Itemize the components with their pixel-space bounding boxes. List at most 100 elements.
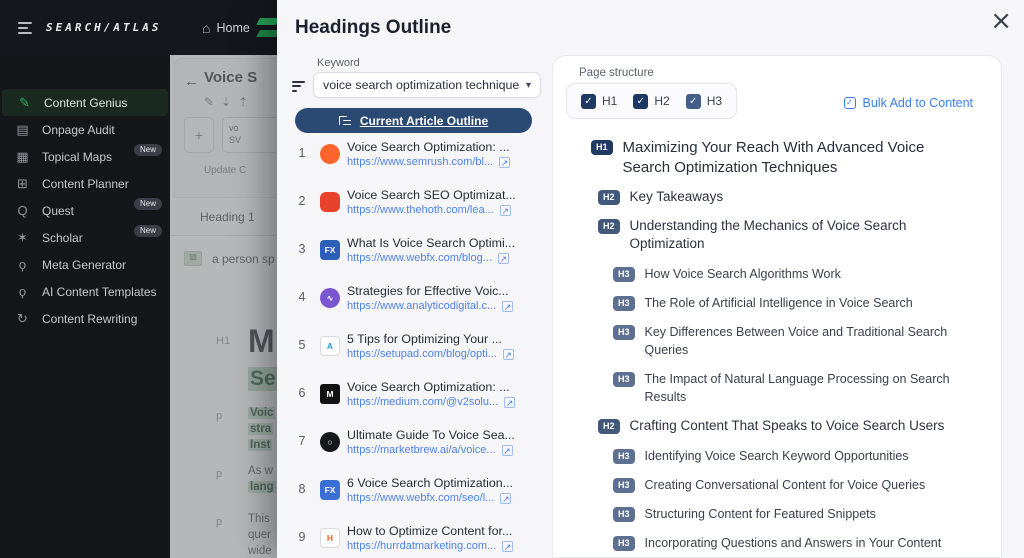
h3-badge: H3 (613, 478, 635, 493)
checkbox-checked-icon[interactable]: ✓ (633, 94, 648, 109)
competitor-results-list: 1Voice Search Optimization: ...https://w… (295, 140, 545, 558)
external-link-icon[interactable]: ↗ (500, 205, 511, 216)
result-title: Strategies for Effective Voic... (347, 284, 545, 298)
outline-heading-text: Maximizing Your Reach With Advanced Voic… (623, 138, 968, 177)
search-result-row[interactable]: 9HHow to Optimize Content for...https://… (295, 524, 545, 555)
keyword-select[interactable]: voice search optimization techniques ▾ (313, 72, 541, 98)
sidebar-item-onpage-audit[interactable]: ▤Onpage Audit (0, 116, 170, 143)
checkbox-checked-icon[interactable]: ✓ (581, 94, 596, 109)
outline-tree-icon (339, 116, 351, 126)
result-url[interactable]: https://www.analyticodigital.c... (347, 300, 496, 312)
bulk-add-checkbox-icon: ✓ (844, 97, 856, 109)
result-rank: 8 (295, 482, 309, 496)
thehoth-favicon (320, 192, 340, 212)
outline-heading-row[interactable]: H3 Incorporating Questions and Answers in… (613, 534, 983, 556)
content-planner-icon: ⊞ (14, 176, 31, 192)
level-checkbox-h3[interactable]: ✓ H3 (686, 94, 722, 109)
outline-heading-row[interactable]: H1Maximizing Your Reach With Advanced Vo… (591, 138, 983, 177)
sidebar: ✎Content Genius▤Onpage Audit▦Topical Map… (0, 55, 170, 558)
close-icon[interactable]: × (990, 8, 1012, 34)
new-badge: New (134, 198, 162, 210)
chevron-down-icon: ▾ (526, 80, 531, 91)
sidebar-item-label: Meta Generator (42, 258, 126, 272)
content-genius-icon: ✎ (16, 95, 33, 111)
external-link-icon[interactable]: ↗ (499, 157, 510, 168)
sidebar-item-label: Content Planner (42, 177, 129, 191)
analytico-favicon: ∿ (320, 288, 340, 308)
keyword-select-value: voice search optimization techniques (323, 78, 520, 92)
result-url[interactable]: https://medium.com/@v2solu... (347, 396, 498, 408)
outline-heading-row[interactable]: H2Key Takeaways (598, 188, 983, 206)
result-url[interactable]: https://setupad.com/blog/opti... (347, 348, 497, 360)
external-link-icon[interactable]: ↗ (502, 541, 513, 552)
checkbox-checked-icon[interactable]: ✓ (686, 94, 701, 109)
modal-backdrop (170, 55, 277, 558)
sidebar-item-content-genius[interactable]: ✎Content Genius (2, 89, 168, 116)
outline-heading-row[interactable]: H3Creating Conversational Content for Vo… (613, 476, 983, 494)
result-url[interactable]: https://www.semrush.com/bl... (347, 156, 493, 168)
external-link-icon[interactable]: ↗ (500, 493, 511, 504)
result-rank: 4 (295, 290, 309, 304)
outline-heading-row[interactable]: H3Key Differences Between Voice and Trad… (613, 323, 983, 359)
result-url[interactable]: https://www.thehoth.com/lea... (347, 204, 494, 216)
external-link-icon[interactable]: ↗ (502, 445, 513, 456)
outline-heading-text: Incorporating Questions and Answers in Y… (645, 534, 975, 556)
result-url[interactable]: https://marketbrew.ai/a/voice... (347, 444, 496, 456)
level-label: H3 (707, 94, 722, 108)
search-result-row[interactable]: 7○Ultimate Guide To Voice Sea...https://… (295, 428, 545, 459)
sidebar-item-quest[interactable]: QQuestNew (0, 197, 170, 224)
current-article-outline-button[interactable]: Current Article Outline (295, 108, 532, 133)
result-rank: 5 (295, 338, 309, 352)
outline-heading-row[interactable]: H3How Voice Search Algorithms Work (613, 265, 983, 283)
external-link-icon[interactable]: ↗ (498, 253, 509, 264)
webfx-favicon: FX (320, 480, 340, 500)
outline-heading-row[interactable]: H3Structuring Content for Featured Snipp… (613, 505, 983, 523)
page-structure-label: Page structure (579, 67, 654, 79)
result-title: Voice Search SEO Optimizat... (347, 188, 545, 202)
outline-heading-row[interactable]: H3The Impact of Natural Language Process… (613, 370, 983, 406)
search-result-row[interactable]: 1Voice Search Optimization: ...https://w… (295, 140, 545, 171)
outline-heading-text: The Role of Artificial Intelligence in V… (645, 294, 913, 312)
sidebar-item-ai-content-templates[interactable]: ϙ AI Content Templates (0, 278, 170, 305)
outline-heading-text: Identifying Voice Search Keyword Opportu… (645, 447, 909, 465)
sort-filter-icon[interactable] (292, 81, 305, 92)
sidebar-item-content-planner[interactable]: ⊞ Content Planner (0, 170, 170, 197)
search-result-row[interactable]: 2Voice Search SEO Optimizat...https://ww… (295, 188, 545, 219)
sidebar-item-label: AI Content Templates (42, 285, 157, 299)
result-url[interactable]: https://www.webfx.com/seo/l... (347, 492, 494, 504)
sidebar-item-meta-generator[interactable]: ϙMeta Generator (0, 251, 170, 278)
document-editor-dimmed: ← Voice S ✎⇣⇡ + vo SV Update C Heading 1… (170, 55, 277, 558)
h3-badge: H3 (613, 449, 635, 464)
sidebar-item-topical-maps[interactable]: ▦Topical MapsNew (0, 143, 170, 170)
nav-home[interactable]: ⌂ Home (202, 20, 250, 36)
search-result-row[interactable]: 8FX6 Voice Search Optimization...https:/… (295, 476, 545, 507)
level-label: H1 (602, 94, 617, 108)
external-link-icon[interactable]: ↗ (504, 397, 515, 408)
external-link-icon[interactable]: ↗ (503, 349, 514, 360)
sidebar-item-content-rewriting[interactable]: ↻Content Rewriting (0, 305, 170, 332)
level-checkbox-h2[interactable]: ✓H2 (633, 94, 669, 109)
h3-badge: H3 (613, 536, 635, 551)
search-result-row[interactable]: 3FXWhat Is Voice Search Optimi...https:/… (295, 236, 545, 267)
result-rank: 9 (295, 530, 309, 544)
result-url[interactable]: https://hurrdatmarketing.com... (347, 540, 496, 552)
search-result-row[interactable]: 4 ∿ Strategies for Effective Voic... https:… (295, 284, 545, 315)
h3-badge: H3 (613, 507, 635, 522)
scholar-icon: ✶ (14, 230, 31, 246)
external-link-icon[interactable]: ↗ (502, 301, 513, 312)
outline-heading-row[interactable]: H2Crafting Content That Speaks to Voice … (598, 417, 983, 435)
outline-heading-row[interactable]: H3The Role of Artificial Intelligence in… (613, 294, 983, 312)
level-checkbox-h1[interactable]: ✓ H1 (581, 94, 617, 109)
outline-heading-row[interactable]: H3 Identifying Voice Search Keyword Oppor… (613, 447, 983, 465)
menu-hamburger-icon[interactable] (18, 22, 34, 34)
ai-content-templates-icon: ϙ (14, 284, 31, 299)
sidebar-item-scholar[interactable]: ✶ScholarNew (0, 224, 170, 251)
search-result-row[interactable]: 5A5 Tips for Optimizing Your ...https://… (295, 332, 545, 363)
hurrdat-favicon: H (320, 528, 340, 548)
search-result-row[interactable]: 6MVoice Search Optimization: ...https://… (295, 380, 545, 411)
result-rank: 3 (295, 242, 309, 256)
outline-heading-row[interactable]: H2Understanding the Mechanics of Voice S… (598, 217, 983, 253)
bulk-add-to-content-button[interactable]: ✓ Bulk Add to Content (844, 96, 974, 110)
outline-heading-text: Crafting Content That Speaks to Voice Se… (630, 417, 945, 435)
result-url[interactable]: https://www.webfx.com/blog... (347, 252, 492, 264)
